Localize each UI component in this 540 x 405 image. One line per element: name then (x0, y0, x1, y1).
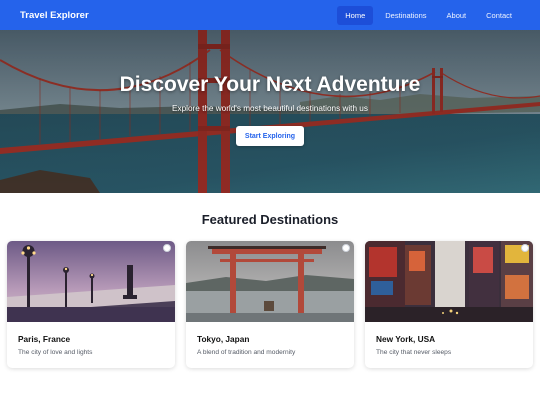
paris-photo (7, 241, 175, 322)
hero-content: Discover Your Next Adventure Explore the… (0, 30, 540, 193)
card-title: Paris, France (18, 334, 71, 344)
card-description: The city of love and lights (18, 349, 93, 356)
new-york-photo (365, 241, 533, 322)
destination-card-paris[interactable]: Paris, France The city of love and light… (7, 241, 175, 368)
card-description: A blend of tradition and modernity (197, 349, 296, 356)
nav-link-contact[interactable]: Contact (478, 6, 520, 25)
destination-card-tokyo[interactable]: Tokyo, Japan A blend of tradition and mo… (186, 241, 354, 368)
nav-link-about[interactable]: About (439, 6, 475, 25)
nav-links: Home Destinations About Contact (337, 5, 520, 25)
featured-heading: Featured Destinations (201, 212, 339, 227)
brand-logo[interactable]: Travel Explorer (20, 10, 89, 21)
nav-link-destinations[interactable]: Destinations (377, 6, 434, 25)
start-exploring-button[interactable]: Start Exploring (236, 126, 304, 146)
hero-title: Discover Your Next Adventure (119, 73, 421, 96)
tokyo-photo (186, 241, 354, 322)
card-title: Tokyo, Japan (197, 334, 250, 344)
top-navbar: Travel Explorer Home Destinations About … (0, 0, 540, 30)
destination-card-new-york[interactable]: New York, USA The city that never sleeps (365, 241, 533, 368)
card-favorite-toggle[interactable] (521, 244, 529, 252)
card-description: The city that never sleeps (376, 349, 452, 356)
hero-subtitle: Explore the world's most beautiful desti… (172, 104, 368, 113)
card-favorite-toggle[interactable] (342, 244, 350, 252)
card-title: New York, USA (376, 334, 436, 344)
nav-link-home[interactable]: Home (337, 5, 374, 25)
card-favorite-toggle[interactable] (163, 244, 171, 252)
hero-section: Discover Your Next Adventure Explore the… (0, 30, 540, 193)
